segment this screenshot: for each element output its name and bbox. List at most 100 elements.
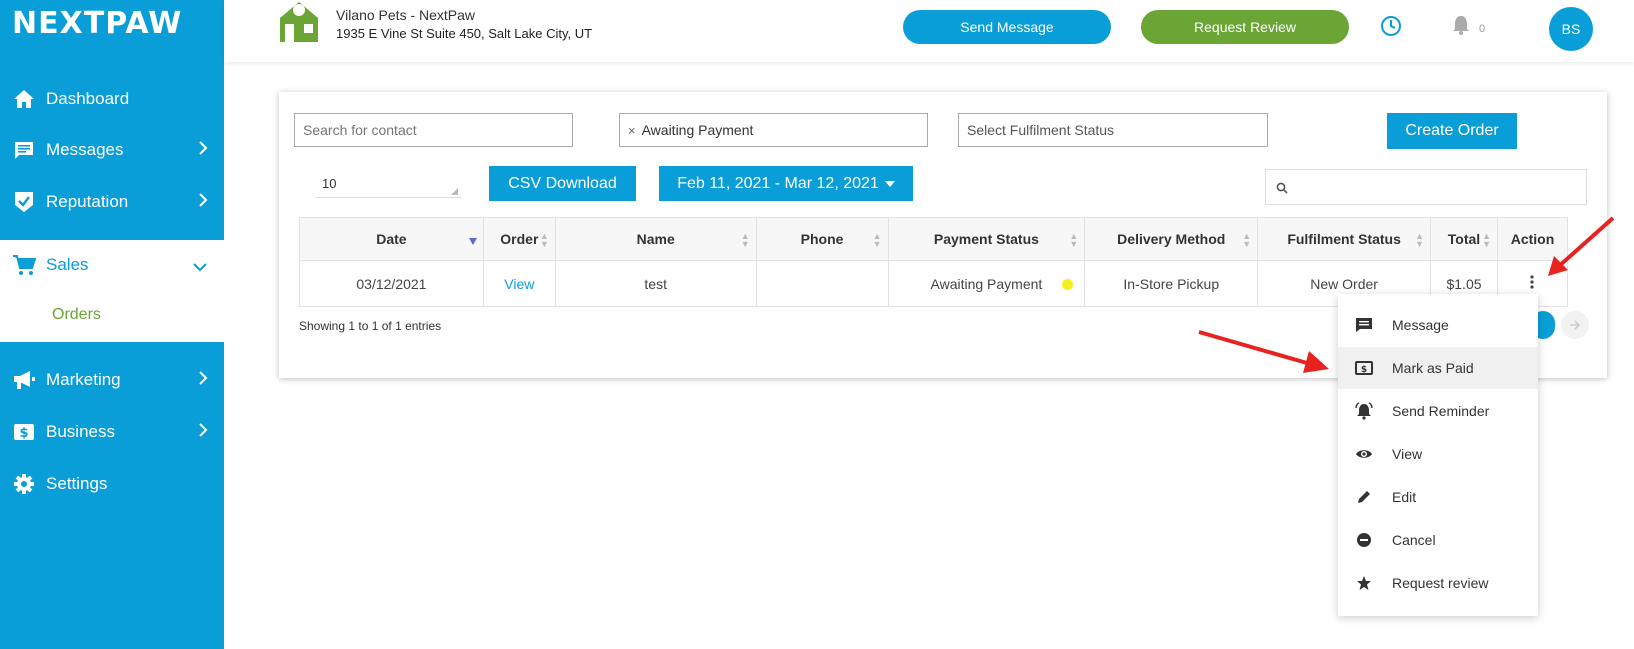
star-icon	[1354, 575, 1374, 591]
sort-icon: ▲ ▼	[1242, 231, 1252, 249]
cell-delivery-method: In-Store Pickup	[1084, 260, 1259, 307]
sidebar-item-label: Business	[46, 422, 115, 441]
column-header-total[interactable]: Total ▲ ▼	[1430, 217, 1498, 261]
sidebar-item-reputation[interactable]: Reputation	[0, 177, 224, 227]
message-icon	[12, 138, 36, 162]
cash-icon: $	[1354, 361, 1374, 375]
caret-down-icon	[884, 180, 895, 187]
dollar-icon: $	[12, 420, 36, 444]
sidebar-item-messages[interactable]: Messages	[0, 125, 224, 175]
business-name: Vilano Pets - NextPaw	[336, 7, 476, 23]
resize-corner-icon	[451, 188, 458, 195]
csv-download-button[interactable]: CSV Download	[489, 166, 636, 201]
column-header-name[interactable]: Name ▲ ▼	[554, 217, 757, 261]
menu-item-message[interactable]: Message	[1338, 304, 1538, 346]
date-range-button[interactable]: Feb 11, 2021 - Mar 12, 2021	[659, 166, 913, 201]
table-header-row: Date Order ▲ ▼ Name ▲ ▼ Phone ▲ ▼ Payment Stat…	[299, 217, 1569, 261]
shield-check-icon	[12, 190, 36, 214]
page-size-select[interactable]: 10	[316, 168, 462, 198]
chevron-right-icon	[198, 140, 208, 161]
menu-item-send-reminder[interactable]: Send Reminder	[1338, 390, 1538, 432]
table-search-input[interactable]	[1265, 169, 1587, 205]
payment-status-tag: Awaiting Payment	[641, 122, 754, 138]
cell-payment-status: Awaiting Payment	[887, 260, 1086, 307]
sort-icon: ▲ ▼	[1482, 231, 1491, 249]
sidebar: NEXTPAW Dashboard Messages Reputation Sa…	[0, 0, 224, 649]
pencil-icon	[1354, 489, 1374, 505]
nextpaw-logo: NEXTPAW	[12, 6, 183, 41]
pagination-next-button[interactable]	[1561, 311, 1589, 339]
menu-item-request-review[interactable]: Request review	[1338, 562, 1538, 604]
chevron-right-icon	[198, 192, 208, 213]
business-address: 1935 E Vine St Suite 450, Salt Lake City…	[336, 26, 593, 41]
status-dot	[1062, 279, 1074, 290]
menu-item-view[interactable]: View	[1338, 433, 1538, 475]
sidebar-item-label: Sales	[46, 255, 89, 274]
kebab-menu-icon[interactable]	[1530, 275, 1535, 292]
avatar[interactable]: BS	[1549, 7, 1593, 51]
chevron-down-icon	[192, 257, 208, 277]
chevron-right-icon	[198, 370, 208, 391]
showing-entries: Showing 1 to 1 of 1 entries	[299, 319, 442, 333]
column-header-date[interactable]: Date	[299, 217, 484, 261]
store-house-icon	[276, 0, 322, 49]
menu-item-cancel[interactable]: Cancel	[1338, 519, 1538, 561]
menu-item-edit[interactable]: Edit	[1338, 476, 1538, 518]
page-size-value: 10	[322, 176, 337, 191]
home-icon	[12, 87, 36, 111]
minus-circle-icon	[1354, 532, 1374, 548]
cell-order-view-link[interactable]: View	[482, 260, 556, 307]
sort-icon: ▲ ▼	[1415, 231, 1425, 249]
create-order-button[interactable]: Create Order	[1387, 113, 1517, 149]
cell-date: 03/12/2021	[299, 260, 484, 307]
sales-section: Sales Orders	[0, 240, 224, 342]
sidebar-item-settings[interactable]: Settings	[0, 459, 224, 509]
notification-count: 0	[1479, 23, 1486, 35]
eye-icon	[1354, 448, 1374, 460]
message-icon	[1354, 317, 1374, 333]
payment-status-select[interactable]: × Awaiting Payment	[619, 113, 928, 147]
sort-icon: ▲ ▼	[539, 231, 549, 249]
sort-icon: ▲ ▼	[1069, 231, 1079, 249]
bell-ring-icon	[1354, 402, 1374, 420]
sort-icon: ▲ ▼	[872, 231, 882, 249]
clock-icon[interactable]	[1380, 15, 1402, 42]
sidebar-subitem-orders[interactable]: Orders	[52, 306, 101, 324]
column-header-action: Action	[1496, 217, 1569, 261]
sidebar-item-sales[interactable]: Sales	[0, 240, 224, 290]
cart-icon	[12, 253, 36, 277]
action-menu: Message $ Mark as Paid Send Reminder Vie…	[1338, 294, 1538, 616]
send-message-button[interactable]: Send Message	[903, 10, 1111, 44]
megaphone-icon	[12, 368, 36, 392]
sidebar-item-dashboard[interactable]: Dashboard	[0, 74, 224, 124]
column-header-order[interactable]: Order ▲ ▼	[482, 217, 556, 261]
column-header-delivery-method[interactable]: Delivery Method ▲ ▼	[1084, 217, 1259, 261]
top-bar: Vilano Pets - NextPaw 1935 E Vine St Sui…	[224, 0, 1634, 62]
chevron-right-icon	[198, 422, 208, 443]
remove-tag-icon[interactable]: ×	[628, 123, 636, 138]
bell-icon[interactable]	[1451, 14, 1471, 41]
sidebar-item-marketing[interactable]: Marketing	[0, 355, 224, 405]
date-range-label: Feb 11, 2021 - Mar 12, 2021	[677, 174, 879, 192]
sidebar-item-label: Settings	[46, 474, 108, 493]
gear-icon	[12, 472, 36, 496]
search-contact-input[interactable]	[294, 113, 573, 147]
column-header-payment-status[interactable]: Payment Status ▲ ▼	[887, 217, 1086, 261]
svg-text:$: $	[19, 426, 28, 441]
column-header-fulfilment-status[interactable]: Fulfilment Status ▲ ▼	[1257, 217, 1432, 261]
sidebar-item-label: Dashboard	[46, 89, 130, 108]
svg-text:$: $	[1361, 365, 1367, 375]
sort-icon: ▲ ▼	[740, 231, 750, 249]
menu-item-mark-as-paid[interactable]: $ Mark as Paid	[1338, 347, 1538, 389]
request-review-button[interactable]: Request Review	[1141, 10, 1349, 44]
cell-name: test	[554, 260, 757, 307]
cell-phone	[755, 260, 889, 307]
column-header-phone[interactable]: Phone ▲ ▼	[755, 217, 889, 261]
sidebar-item-business[interactable]: $ Business	[0, 407, 224, 457]
sort-desc-icon	[468, 238, 477, 245]
fulfilment-status-select[interactable]: Select Fulfilment Status	[958, 113, 1268, 147]
sidebar-item-label: Reputation	[46, 192, 129, 211]
sidebar-item-label: Marketing	[46, 370, 121, 389]
sidebar-item-label: Messages	[46, 140, 124, 159]
search-icon	[1276, 181, 1288, 199]
